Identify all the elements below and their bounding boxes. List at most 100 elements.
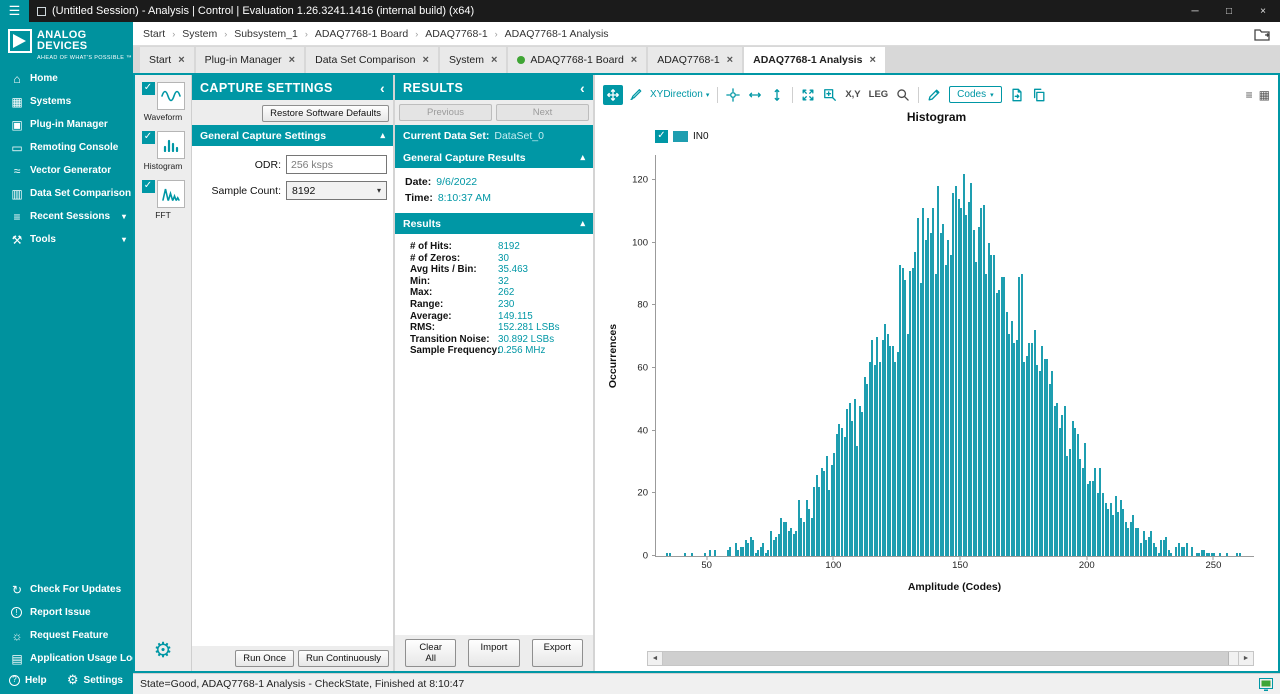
horizontal-scrollbar[interactable]: ◄ ► xyxy=(647,651,1254,666)
tab-adaq7768-1[interactable]: ADAQ7768-1× xyxy=(648,47,742,73)
clear-all-button[interactable]: Clear All xyxy=(405,639,456,667)
stat-value: 152.281 LSBs xyxy=(498,322,560,334)
tab-adaq7768-1-board[interactable]: ADAQ7768-1 Board × xyxy=(508,47,646,73)
sidebar-item-systems[interactable]: ▦Systems xyxy=(0,90,133,113)
sidebar-item-home[interactable]: ⌂Home xyxy=(0,67,133,90)
sidebar-item-check-for-updates[interactable]: ↻Check For Updates xyxy=(0,578,133,601)
dock-list-icon[interactable]: ≡ xyxy=(1246,88,1253,102)
module-histogram[interactable]: ✓Histogram xyxy=(142,131,185,171)
pan-tool-icon[interactable] xyxy=(603,85,623,105)
module-waveform[interactable]: ✓Waveform xyxy=(142,82,185,122)
breadcrumb-item-start[interactable]: Start xyxy=(143,28,165,40)
chevron-up-icon[interactable]: ▴ xyxy=(580,152,585,163)
sidebar-item-data-set-comparison[interactable]: ▥Data Set Comparison xyxy=(0,182,133,205)
brush-tool-icon[interactable] xyxy=(625,85,645,105)
tool-settings-gear-icon[interactable]: ⚙ xyxy=(154,638,173,663)
tab-label: Data Set Comparison xyxy=(315,54,415,66)
sidebar-item-request-feature[interactable]: ☼Request Feature xyxy=(0,624,133,647)
run-once-button[interactable]: Run Once xyxy=(235,650,294,667)
close-button[interactable]: × xyxy=(1246,0,1280,22)
stat-value: 262 xyxy=(498,287,514,299)
breadcrumb-item-subsystem-1[interactable]: Subsystem_1 xyxy=(234,28,298,40)
display-status-icon[interactable] xyxy=(1259,678,1273,691)
scrollbar-track[interactable] xyxy=(663,652,1238,665)
checkbox-checked-icon[interactable]: ✓ xyxy=(142,82,155,95)
chevron-up-icon[interactable]: ▴ xyxy=(580,218,585,229)
tab-start[interactable]: Start× xyxy=(140,47,194,73)
chevron-up-icon[interactable]: ▴ xyxy=(380,130,385,141)
plot-area[interactable]: Occurrences 0204060801001205010015020025… xyxy=(655,155,1254,557)
close-icon[interactable]: × xyxy=(727,54,733,66)
y-tick-mark xyxy=(652,430,656,431)
tab-label: ADAQ7768-1 Board xyxy=(530,54,623,66)
session-folder-icon[interactable] xyxy=(1254,27,1270,41)
sidebar-item-remoting-console[interactable]: ▭Remoting Console xyxy=(0,136,133,159)
horizontal-scale-icon[interactable] xyxy=(745,85,765,105)
app-menu-button[interactable]: ☰ xyxy=(0,0,29,22)
stat-row: Min:32 xyxy=(410,276,589,288)
sidebar-item-vector-generator[interactable]: ≈Vector Generator xyxy=(0,159,133,182)
close-icon[interactable]: × xyxy=(631,54,637,66)
chevron-down-icon: ▾ xyxy=(377,186,381,195)
grid-view-icon[interactable]: ▦ xyxy=(1259,88,1270,102)
maximize-button[interactable]: □ xyxy=(1212,0,1246,22)
odr-input[interactable] xyxy=(286,155,387,174)
breadcrumb-item-system[interactable]: System xyxy=(182,28,217,40)
magnifier-icon[interactable] xyxy=(893,85,913,105)
copy-chart-icon[interactable] xyxy=(1029,85,1049,105)
collapse-panel-icon[interactable]: ‹ xyxy=(380,80,385,96)
sidebar-item-recent-sessions[interactable]: ≡Recent Sessions▾ xyxy=(0,205,133,228)
breadcrumb-item-adaq7768-1[interactable]: ADAQ7768-1 xyxy=(425,28,487,40)
sidebar-item-settings[interactable]: ⚙ Settings xyxy=(67,672,123,688)
import-button[interactable]: Import xyxy=(468,639,519,667)
sidebar-item-report-issue[interactable]: !Report Issue xyxy=(0,601,133,624)
recent-sessions-icon: ≡ xyxy=(9,210,25,224)
checkbox-checked-icon[interactable]: ✓ xyxy=(142,131,155,144)
breadcrumb-item-adaq7768-1-analysis[interactable]: ADAQ7768-1 Analysis xyxy=(505,28,609,40)
histogram-bar xyxy=(669,553,671,556)
collapse-panel-icon[interactable]: ‹ xyxy=(580,80,585,96)
legend-toggle[interactable]: LEG xyxy=(866,89,892,100)
annotate-pencil-icon[interactable] xyxy=(924,85,944,105)
scroll-right-button[interactable]: ► xyxy=(1238,652,1253,665)
scroll-left-button[interactable]: ◄ xyxy=(648,652,663,665)
x-tick-mark xyxy=(706,556,707,560)
run-continuously-button[interactable]: Run Continuously xyxy=(298,650,389,667)
tab-data-set-comparison[interactable]: Data Set Comparison × xyxy=(306,47,438,73)
restore-defaults-button[interactable]: Restore Software Defaults xyxy=(262,105,389,122)
move-axes-icon[interactable] xyxy=(723,85,743,105)
sidebar-item-help[interactable]: ? Help xyxy=(9,675,47,686)
sidebar-item-plug-in-manager[interactable]: ▣Plug-in Manager xyxy=(0,113,133,136)
breadcrumb-item-adaq7768-1-board[interactable]: ADAQ7768-1 Board xyxy=(315,28,408,40)
vertical-scale-icon[interactable] xyxy=(767,85,787,105)
tab-system[interactable]: System× xyxy=(440,47,506,73)
chevron-down-icon: ▾ xyxy=(990,91,994,99)
xy-cursor-toggle[interactable]: X,Y xyxy=(842,89,863,100)
minimize-button[interactable]: ─ xyxy=(1178,0,1212,22)
close-icon[interactable]: × xyxy=(289,54,295,66)
series-name: IN0 xyxy=(693,131,709,142)
xydirection-dropdown[interactable]: XYDirection▾ xyxy=(647,89,712,100)
next-button[interactable]: Next xyxy=(496,104,589,121)
sidebar-item-tools[interactable]: ⚒Tools▾ xyxy=(0,228,133,251)
module-fft[interactable]: ✓FFT xyxy=(142,180,185,220)
tab-adaq7768-1-analysis[interactable]: ADAQ7768-1 Analysis× xyxy=(744,47,885,73)
sidebar-item-application-usage-logging[interactable]: ▤Application Usage Logging xyxy=(0,647,133,670)
scrollbar-thumb[interactable] xyxy=(663,652,1229,665)
previous-button[interactable]: Previous xyxy=(399,104,492,121)
capture-settings-title: CAPTURE SETTINGS xyxy=(200,81,333,95)
close-icon[interactable]: × xyxy=(491,54,497,66)
codes-dropdown[interactable]: Codes▾ xyxy=(949,86,1001,103)
zoom-box-icon[interactable] xyxy=(820,85,840,105)
checkbox-checked-icon[interactable]: ✓ xyxy=(142,180,155,193)
fit-view-icon[interactable] xyxy=(798,85,818,105)
tab-plug-in-manager[interactable]: Plug-in Manager× xyxy=(196,47,304,73)
chevron-down-icon: ▾ xyxy=(122,212,126,221)
legend-checkbox[interactable]: ✓ xyxy=(655,130,668,143)
export-button[interactable]: Export xyxy=(532,639,583,667)
sample-count-select[interactable]: 8192 ▾ xyxy=(286,181,387,200)
export-chart-icon[interactable] xyxy=(1007,85,1027,105)
close-icon[interactable]: × xyxy=(178,54,184,66)
close-icon[interactable]: × xyxy=(423,54,429,66)
close-icon[interactable]: × xyxy=(869,54,875,66)
